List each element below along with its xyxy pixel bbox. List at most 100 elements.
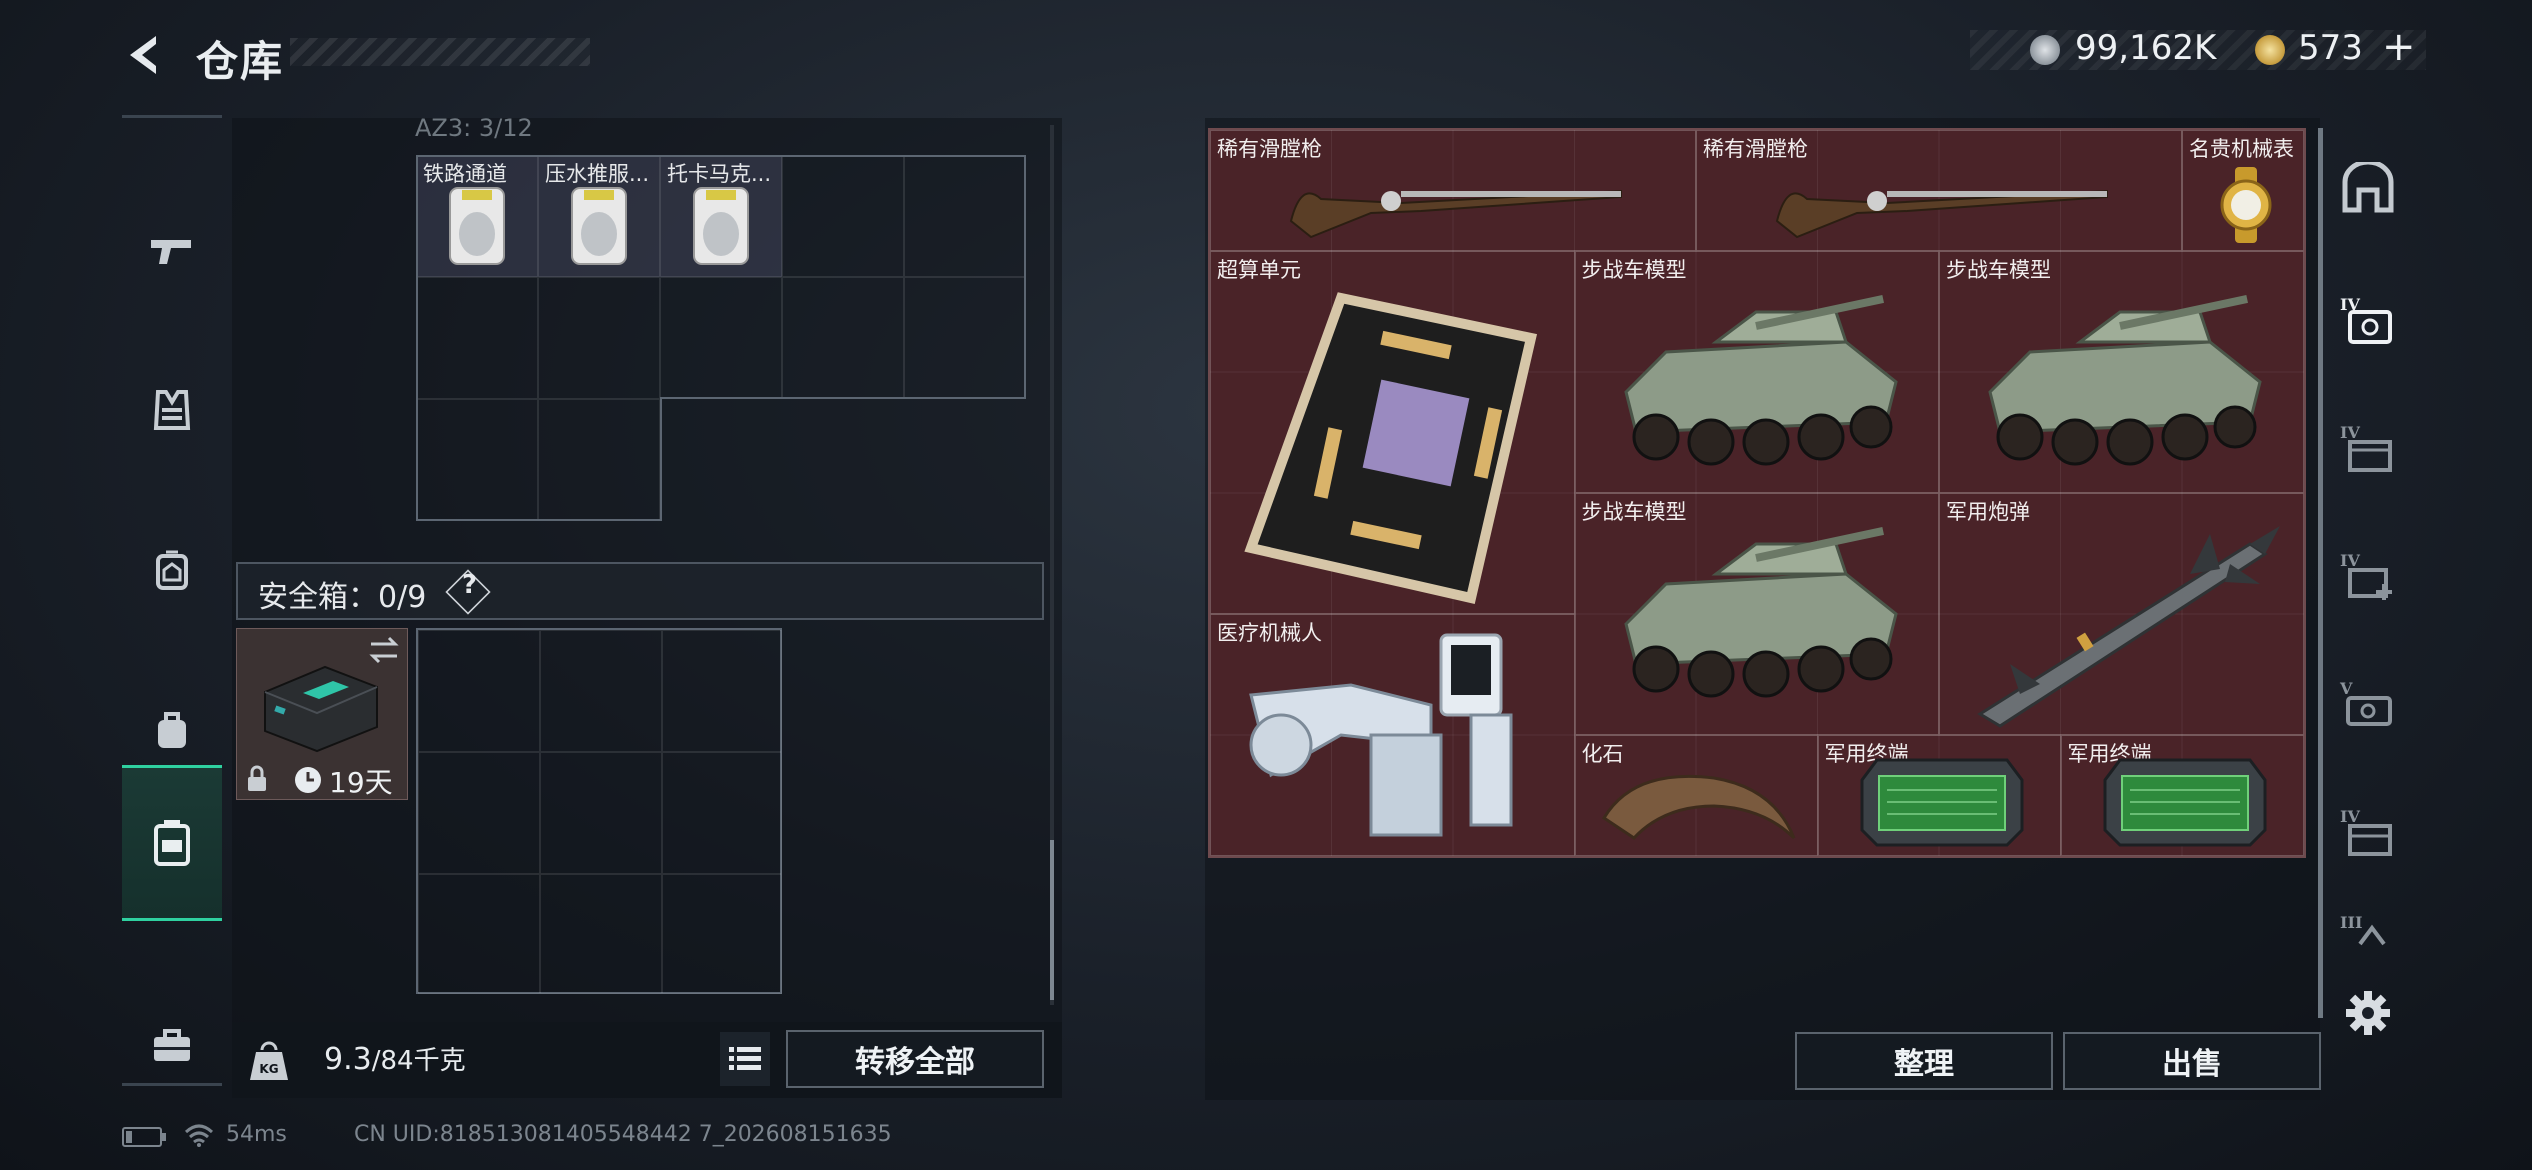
loot-item-ifv-model[interactable]: 步战车模型 xyxy=(1939,251,2304,493)
musket-icon xyxy=(1775,189,2108,239)
toolbox-icon xyxy=(154,1029,190,1061)
nav-tier4-backpack[interactable]: IV xyxy=(2325,260,2410,380)
list-icon xyxy=(729,1047,761,1070)
pistol-icon xyxy=(151,240,191,264)
empty-slot[interactable] xyxy=(540,752,662,874)
backpack-icon xyxy=(158,712,186,748)
sort-button[interactable]: 整理 xyxy=(1795,1032,2053,1090)
military-terminal-icon xyxy=(1860,758,2023,847)
lock-icon xyxy=(248,765,266,791)
safebox-card[interactable]: 19天 xyxy=(236,628,408,800)
inventory-footer: KG 9.3/84千克 转移全部 xyxy=(232,1022,1062,1098)
current-weight: 9.3 xyxy=(324,1042,372,1077)
uid-text: CN UID:818513081405548442 7_202608151635 xyxy=(354,1122,892,1147)
weight-readout: 9.3/84千克 xyxy=(324,1040,466,1077)
armored-vehicle-icon xyxy=(1623,295,1898,466)
armor-vest-icon xyxy=(153,390,191,430)
loot-grid: 稀有滑膛枪 稀有滑膛枪 名贵机械表 超算单元 步战车模型 步战车模型 步战车模型… xyxy=(1208,128,2306,858)
nav-tier4-container[interactable]: IV xyxy=(2325,388,2410,508)
nav-tier4-weapon[interactable]: V xyxy=(2325,644,2410,764)
nav-armor[interactable] xyxy=(122,340,222,480)
home-icon xyxy=(2342,162,2393,213)
tier4-weapon-icon: V xyxy=(2339,679,2392,726)
silver-currency-value: 99,162K xyxy=(2075,28,2217,68)
empty-slot[interactable] xyxy=(662,630,782,752)
loot-item-watch[interactable]: 名贵机械表 xyxy=(2182,130,2304,251)
circuit-board-icon xyxy=(1244,292,1538,604)
loot-item-musket[interactable]: 稀有滑膛枪 xyxy=(1210,130,1696,251)
item-label: 步战车模型 xyxy=(1946,258,2051,282)
container-capacity-label: AZ3: 3/12 xyxy=(415,114,533,140)
svg-text:III: III xyxy=(2340,913,2362,932)
loot-item-ifv-model[interactable]: 步战车模型 xyxy=(1574,251,1939,493)
settings-button[interactable] xyxy=(2325,978,2410,1048)
page-title: 仓库 xyxy=(196,37,285,86)
loot-item-musket[interactable]: 稀有滑膛枪 xyxy=(1696,130,2182,251)
sell-button[interactable]: 出售 xyxy=(2063,1032,2321,1090)
item-label: 步战车模型 xyxy=(1581,258,1687,282)
loot-item-shell[interactable]: 军用炮弹 xyxy=(1939,493,2304,735)
ping-value: 54ms xyxy=(226,1122,287,1147)
container-grid: 铁路通道 压水推服... 托卡马克... xyxy=(416,155,1026,521)
loot-item-fossil[interactable]: 化石 xyxy=(1574,735,1818,856)
chest-rig-icon xyxy=(156,550,188,590)
tier4-backpack-icon: IV xyxy=(2340,295,2392,344)
list-view-button[interactable] xyxy=(720,1032,770,1086)
empty-slot[interactable] xyxy=(540,630,662,752)
title-decoration xyxy=(290,38,590,66)
empty-slot[interactable] xyxy=(418,630,540,752)
loot-item-computing-unit[interactable]: 超算单元 xyxy=(1210,251,1575,614)
nav-weapon[interactable] xyxy=(122,180,222,320)
gold-coin-icon xyxy=(2255,35,2285,65)
safebox-days-remaining: 19天 xyxy=(329,766,393,799)
tier3-armor-icon: III xyxy=(2340,913,2386,946)
nav-home[interactable] xyxy=(2325,128,2410,248)
military-terminal-icon xyxy=(2103,758,2266,847)
item-label: 稀有滑膛枪 xyxy=(1217,137,1322,161)
safebox-header: 安全箱：0/9 ? xyxy=(236,562,1044,620)
svg-text:IV: IV xyxy=(2340,423,2360,442)
musket-icon xyxy=(1289,189,1622,239)
empty-slot[interactable] xyxy=(662,752,782,874)
armored-vehicle-icon xyxy=(1988,295,2262,466)
empty-slot[interactable] xyxy=(418,752,540,874)
tier4-rig-icon: IV xyxy=(2340,807,2392,856)
item-label: 稀有滑膛枪 xyxy=(1703,137,1808,161)
status-bar: 54ms CN UID:818513081405548442 7_2026081… xyxy=(122,1120,1022,1154)
armored-vehicle-icon xyxy=(1623,527,1898,698)
nav-tier4-rig[interactable]: IV xyxy=(2325,772,2410,892)
category-nav xyxy=(122,115,222,1095)
nav-tier3-armor[interactable]: III xyxy=(2325,900,2410,960)
tier4-medkit-icon: IV xyxy=(2340,551,2392,600)
inventory-scroll-thumb[interactable] xyxy=(1050,840,1054,1000)
loot-item-medical-robot[interactable]: 医疗机械人 xyxy=(1210,614,1575,856)
empty-slot[interactable] xyxy=(662,874,782,994)
add-currency-button[interactable]: + xyxy=(2382,24,2416,70)
max-weight: /84千克 xyxy=(371,1046,466,1076)
gold-currency-value: 573 xyxy=(2298,28,2363,68)
svg-text:KG: KG xyxy=(259,1062,278,1076)
svg-text:IV: IV xyxy=(2340,551,2360,570)
loot-item-ifv-model[interactable]: 步战车模型 xyxy=(1574,493,1939,735)
safe-box-item-icon xyxy=(264,665,378,753)
empty-slot[interactable] xyxy=(418,874,540,994)
empty-slot[interactable] xyxy=(540,874,662,994)
loot-scroll-thumb[interactable] xyxy=(2318,128,2323,1018)
safe-box-icon xyxy=(154,820,190,866)
back-arrow-icon[interactable] xyxy=(118,30,168,80)
silver-coin-icon xyxy=(2030,35,2060,65)
loot-item-military-terminal[interactable]: 军用终端 xyxy=(2060,735,2304,856)
safebox-capacity-label: 安全箱：0/9 xyxy=(258,580,427,615)
help-question-mark: ? xyxy=(462,570,478,600)
nav-chest-rig[interactable] xyxy=(122,500,222,640)
transfer-all-button[interactable]: 转移全部 xyxy=(786,1030,1044,1088)
weight-icon: KG xyxy=(250,1041,288,1080)
nav-safe-box[interactable] xyxy=(122,765,222,921)
loot-item-military-terminal[interactable]: 军用终端 xyxy=(1817,735,2061,856)
nav-tier4-medkit[interactable]: IV xyxy=(2325,516,2410,636)
medical-robot-icon xyxy=(1249,633,1513,837)
item-label: 名贵机械表 xyxy=(2189,137,2294,161)
nav-toolbox[interactable] xyxy=(122,975,222,1115)
settings-gear-icon xyxy=(2345,991,2390,1035)
fossil-claw-icon xyxy=(1601,774,1795,840)
